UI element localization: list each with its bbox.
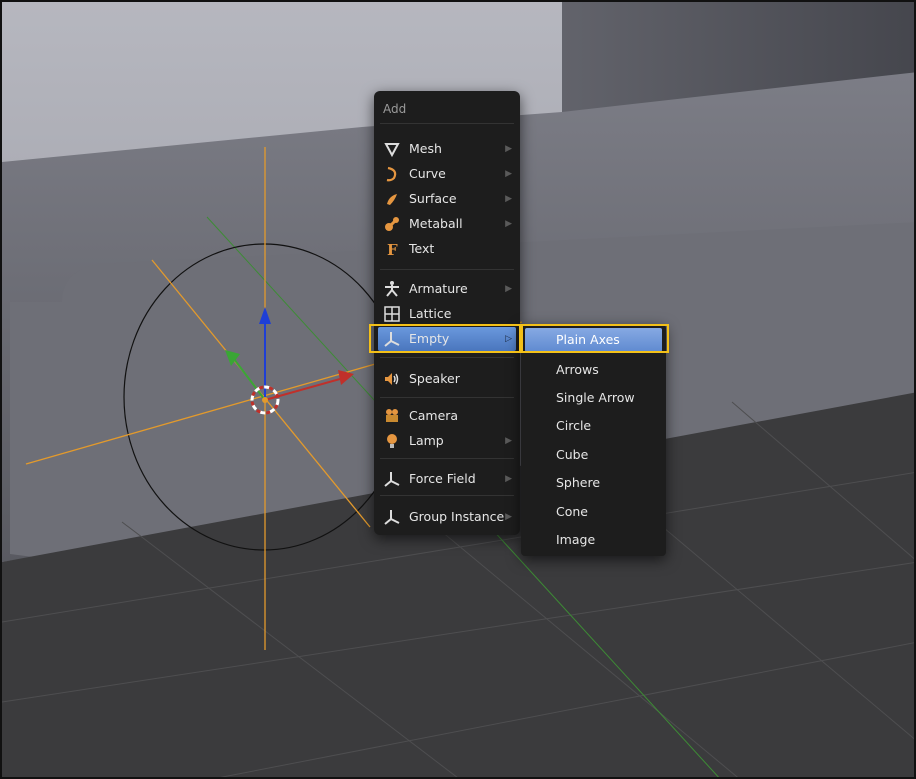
submenu-item-label: Arrows [556, 362, 599, 377]
metaball-icon [385, 217, 399, 231]
menu-separator [380, 269, 514, 270]
menu-item-group-instance[interactable]: Group Instance ▶ [378, 505, 516, 529]
lamp-icon [387, 434, 397, 448]
menu-item-label: Empty [409, 331, 450, 346]
force-field-icon [384, 472, 400, 487]
submenu-arrow-icon: ▶ [505, 284, 512, 294]
menu-item-label: Armature [409, 281, 468, 296]
menu-item-label: Force Field [409, 471, 476, 486]
menu-item-label: Lattice [409, 306, 452, 321]
curve-icon [386, 166, 397, 182]
submenu-item-sphere[interactable]: Sphere [525, 471, 662, 495]
group-instance-icon [384, 510, 400, 525]
menu-item-lamp[interactable]: Lamp ▶ [378, 429, 516, 453]
mesh-icon [384, 143, 400, 158]
submenu-item-label: Circle [556, 418, 592, 433]
submenu-item-cube[interactable]: Cube [525, 443, 662, 467]
speaker-icon [385, 373, 399, 385]
submenu-arrow-icon: ▶ [505, 512, 512, 522]
submenu-item-circle[interactable]: Circle [525, 414, 662, 438]
submenu-item-image[interactable]: Image [525, 528, 662, 552]
submenu-arrow-icon: ▶ [505, 194, 512, 204]
submenu-item-label: Plain Axes [556, 332, 620, 347]
submenu-arrow-icon: ▶ [505, 144, 512, 154]
menu-separator [380, 458, 514, 459]
submenu-arrow-icon: ▶ [505, 169, 512, 179]
menu-item-label: Group Instance [409, 509, 505, 524]
submenu-arrow-icon: ▶ [505, 474, 512, 484]
menu-item-force-field[interactable]: Force Field ▶ [378, 467, 516, 491]
menu-item-empty[interactable]: Empty ▷ [378, 327, 516, 351]
submenu-item-single-arrow[interactable]: Single Arrow [525, 386, 662, 410]
empty-icon [384, 332, 400, 347]
menu-item-lattice[interactable]: Lattice [378, 302, 516, 326]
submenu-item-label: Single Arrow [556, 390, 635, 405]
submenu-item-cone[interactable]: Cone [525, 500, 662, 524]
lattice-icon [384, 306, 400, 322]
submenu-arrow-icon: ▶ [505, 436, 512, 446]
menu-item-armature[interactable]: Armature ▶ [378, 277, 516, 301]
menu-item-label: Speaker [409, 371, 460, 386]
svg-text:F: F [387, 241, 398, 258]
menu-item-label: Text [409, 241, 435, 256]
menu-item-camera[interactable]: Camera [378, 404, 516, 428]
empty-submenu: Plain Axes Arrows Single Arrow Circle Cu… [521, 324, 666, 556]
menu-item-label: Mesh [409, 141, 442, 156]
3d-viewport[interactable]: Add Mesh ▶ Curve ▶ Surface ▶ Metaball ▶ … [0, 0, 916, 779]
menu-separator [380, 357, 514, 358]
menu-item-surface[interactable]: Surface ▶ [378, 187, 516, 211]
menu-item-label: Camera [409, 408, 459, 423]
menu-separator [380, 123, 514, 124]
menu-item-label: Metaball [409, 216, 463, 231]
submenu-item-label: Image [556, 532, 596, 547]
submenu-item-plain-axes[interactable]: Plain Axes [525, 328, 662, 352]
menu-separator [380, 495, 514, 496]
submenu-item-label: Sphere [556, 475, 601, 490]
camera-icon [386, 409, 398, 422]
menu-title: Add [383, 102, 407, 116]
menu-item-label: Lamp [409, 433, 444, 448]
menu-item-metaball[interactable]: Metaball ▶ [378, 212, 516, 236]
submenu-item-arrows[interactable]: Arrows [525, 358, 662, 382]
text-icon: F [387, 241, 398, 258]
add-menu: Add Mesh ▶ Curve ▶ Surface ▶ Metaball ▶ … [374, 91, 520, 535]
surface-icon [387, 194, 397, 205]
menu-item-label: Surface [409, 191, 457, 206]
submenu-item-label: Cone [556, 504, 588, 519]
menu-item-mesh[interactable]: Mesh ▶ [378, 137, 516, 161]
menu-item-speaker[interactable]: Speaker [378, 367, 516, 391]
submenu-arrow-icon: ▶ [505, 219, 512, 229]
menu-separator [380, 397, 514, 398]
submenu-item-label: Cube [556, 447, 589, 462]
menu-item-curve[interactable]: Curve ▶ [378, 162, 516, 186]
menu-item-label: Curve [409, 166, 446, 181]
menu-item-text[interactable]: F Text [378, 237, 516, 261]
armature-icon [385, 281, 399, 297]
submenu-arrow-icon: ▷ [505, 334, 512, 344]
